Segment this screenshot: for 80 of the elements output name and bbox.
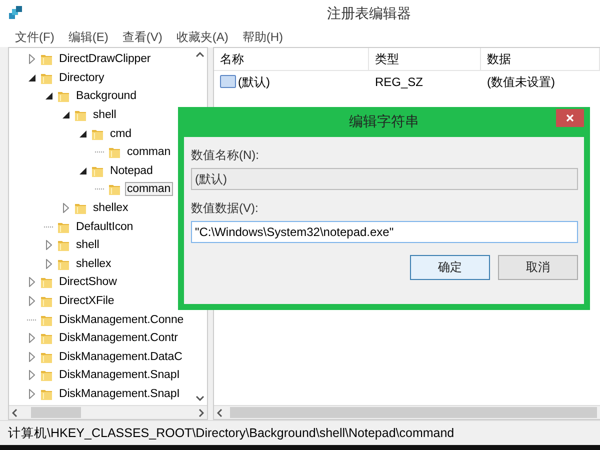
tree-item[interactable]: DirectXFile: [57, 294, 116, 308]
value-name-field: (默认): [191, 168, 578, 190]
dialog-button[interactable]: 取消: [498, 255, 578, 280]
tree-item[interactable]: DiskManagement.SnapI: [57, 386, 182, 401]
tree-item[interactable]: shellex: [91, 201, 130, 216]
folder-icon: [40, 294, 53, 308]
expanded-triangle-icon[interactable]: [28, 74, 36, 82]
folder-icon: [74, 108, 87, 122]
folder-icon: [40, 275, 53, 290]
value-type: REG_SZ: [375, 75, 424, 89]
tree-item[interactable]: DirectShow: [57, 275, 119, 290]
tree-connector-line: [27, 318, 37, 321]
tree-item[interactable]: cmd: [108, 126, 134, 141]
menu-item[interactable]: 帮助(H): [235, 29, 290, 46]
folder-icon: [74, 201, 87, 216]
folder-icon: [108, 145, 121, 160]
expanded-triangle-icon[interactable]: [45, 92, 53, 100]
window-title: 注册表编辑器: [327, 5, 411, 23]
value-data: (数值未设置): [487, 74, 555, 90]
tree-connector-line: [95, 188, 105, 190]
collapsed-triangle-icon[interactable]: [29, 54, 35, 64]
menu-item[interactable]: 查看(V): [115, 29, 170, 46]
tree-item[interactable]: shellex: [74, 256, 114, 271]
close-button[interactable]: [556, 109, 584, 127]
collapsed-triangle-icon[interactable]: [29, 277, 35, 288]
collapsed-triangle-icon[interactable]: [29, 388, 35, 399]
string-value-icon: [220, 75, 236, 89]
expanded-triangle-icon[interactable]: [79, 166, 87, 175]
tree-item[interactable]: Background: [74, 89, 138, 104]
tree-item[interactable]: comman: [125, 145, 172, 160]
tree-item[interactable]: DiskManagement.DataC: [57, 350, 184, 364]
scroll-left-icon[interactable]: [217, 408, 222, 416]
value-name-label: 数值名称(N):: [191, 147, 260, 164]
folder-icon: [57, 89, 70, 104]
menu-item[interactable]: 编辑(E): [61, 29, 116, 46]
tree-item[interactable]: DiskManagement.SnapI: [57, 368, 182, 382]
tree-item[interactable]: DiskManagement.Contr: [57, 331, 180, 346]
folder-icon: [40, 52, 53, 66]
value-name: (默认): [238, 74, 270, 90]
folder-icon: [57, 238, 70, 252]
status-path: 计算机\HKEY_CLASSES_ROOT\Directory\Background\shell\Notepad\command: [8, 424, 454, 442]
tree-item[interactable]: DirectDrawClipper: [57, 52, 153, 66]
menu-item[interactable]: 收藏夹(A): [169, 29, 236, 46]
column-header[interactable]: 名称: [214, 48, 369, 70]
tree-item[interactable]: Notepad: [108, 164, 155, 178]
tree-item[interactable]: DiskManagement.Conne: [57, 312, 186, 327]
tree-item[interactable]: comman: [125, 182, 172, 196]
folder-icon: [108, 182, 121, 196]
horizontal-scrollbar[interactable]: [9, 405, 207, 419]
registry-app-icon: [8, 5, 23, 20]
tree-item[interactable]: DefaultIcon: [74, 220, 136, 234]
expanded-triangle-icon[interactable]: [79, 130, 87, 138]
collapsed-triangle-icon[interactable]: [29, 296, 35, 306]
horizontal-scrollbar[interactable]: [214, 405, 600, 419]
close-icon[interactable]: [566, 114, 574, 122]
collapsed-triangle-icon[interactable]: [46, 240, 52, 250]
folder-icon: [40, 368, 53, 382]
expanded-triangle-icon[interactable]: [62, 111, 70, 120]
tree-connector-line: [95, 151, 105, 154]
collapsed-triangle-icon[interactable]: [29, 352, 35, 362]
scroll-left-icon[interactable]: [12, 408, 17, 416]
collapsed-triangle-icon[interactable]: [29, 333, 35, 344]
menu-item[interactable]: 文件(F): [8, 29, 62, 46]
collapsed-triangle-icon[interactable]: [46, 258, 52, 269]
value-data-field[interactable]: "C:\Windows\System32\notepad.exe": [191, 221, 578, 243]
tree-connector-line: [44, 226, 54, 228]
dialog-button[interactable]: 确定: [410, 255, 490, 280]
collapsed-triangle-icon[interactable]: [63, 203, 69, 214]
tree-item[interactable]: shell: [91, 108, 118, 122]
scroll-right-icon[interactable]: [199, 408, 204, 416]
collapsed-triangle-icon[interactable]: [29, 370, 35, 380]
tree-item[interactable]: shell: [74, 238, 102, 252]
column-header[interactable]: 类型: [369, 48, 481, 70]
scroll-down-icon[interactable]: [196, 396, 204, 401]
value-data-label: 数值数据(V):: [191, 200, 260, 217]
folder-icon: [40, 331, 53, 346]
dialog-title: 编辑字符串: [349, 113, 419, 131]
tree-item[interactable]: Directory: [57, 70, 106, 85]
scroll-up-icon[interactable]: [196, 52, 204, 57]
column-header[interactable]: 数据: [481, 48, 600, 70]
